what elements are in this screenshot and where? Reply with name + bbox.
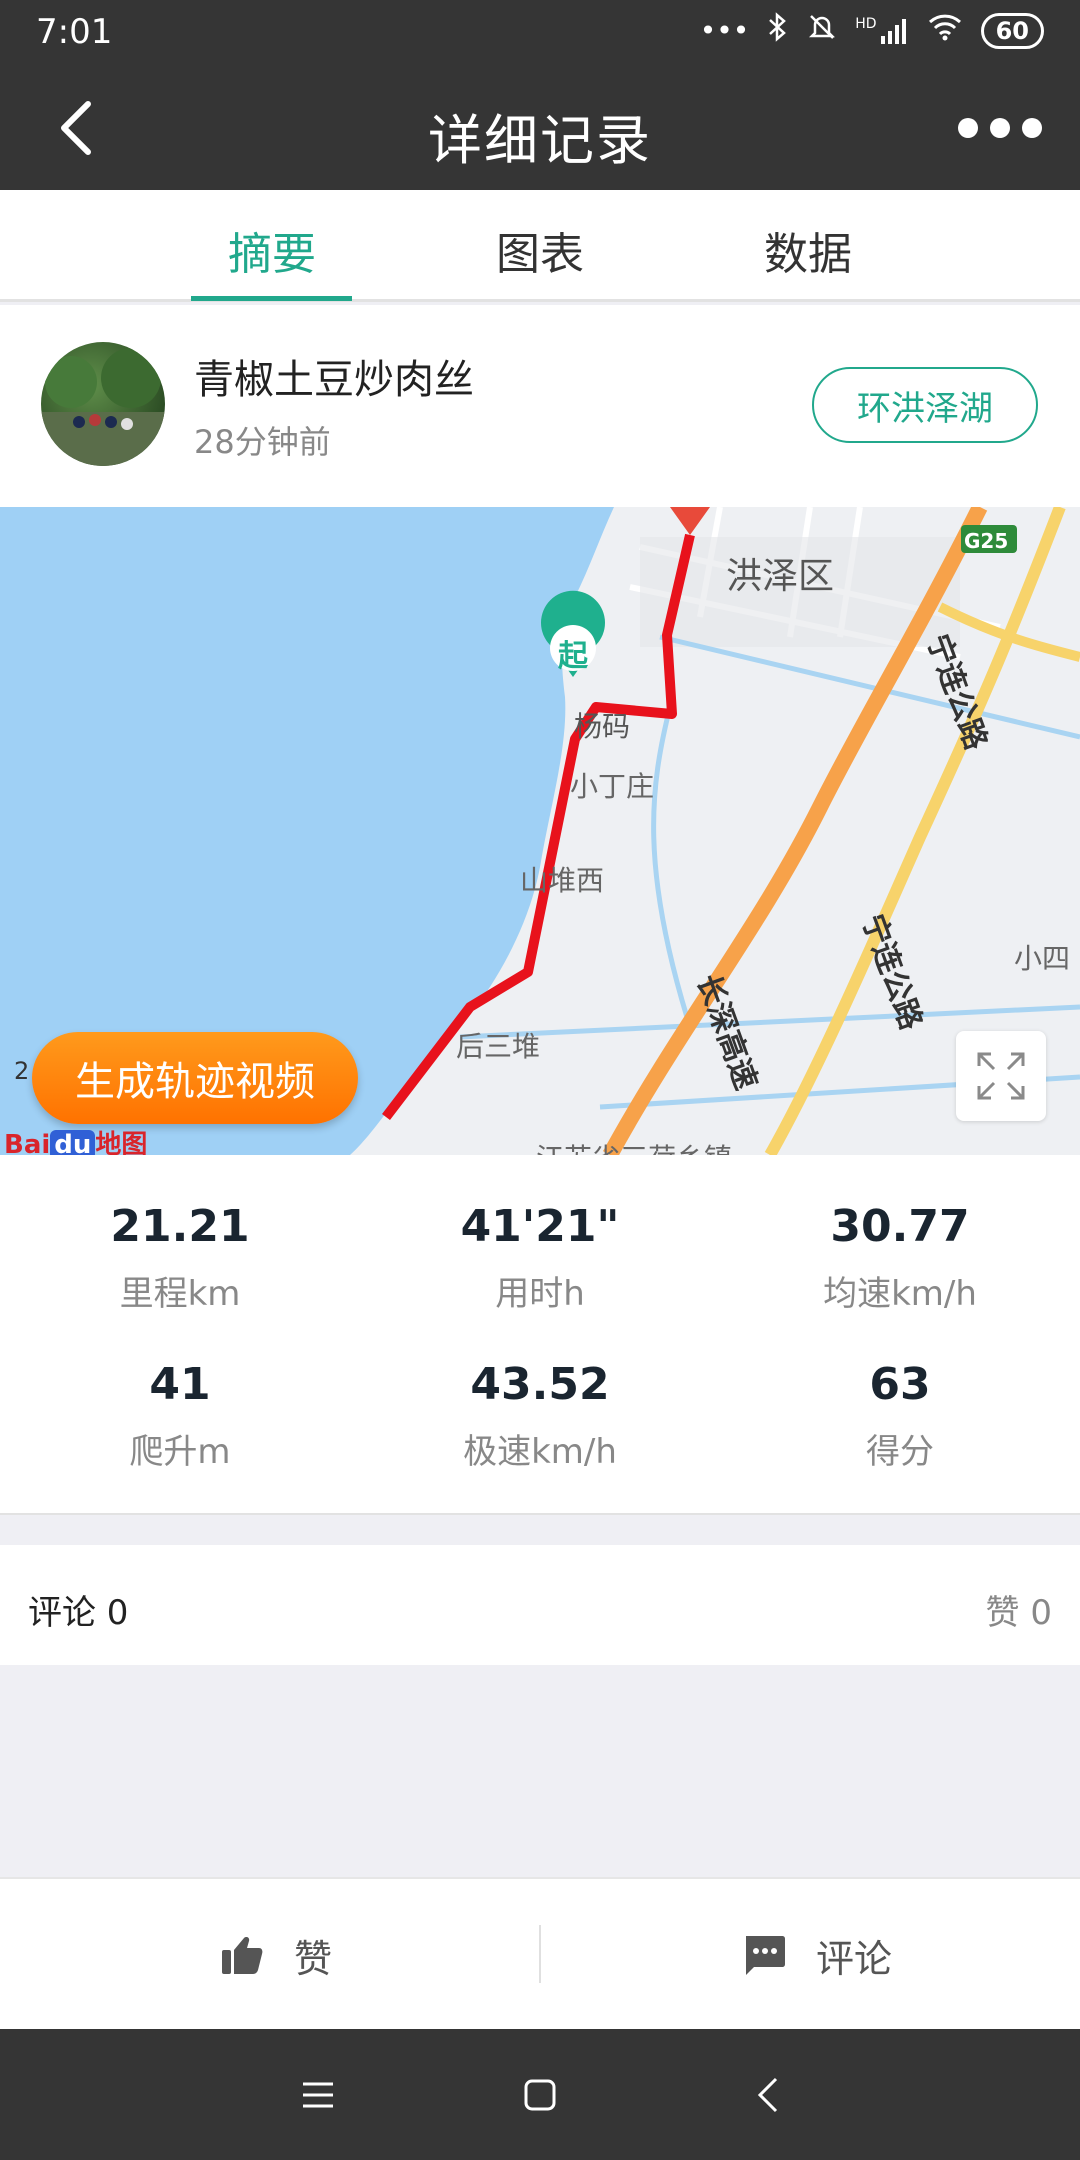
like-count[interactable]: 赞 0 bbox=[986, 1585, 1052, 1634]
back-chevron-icon bbox=[757, 2077, 778, 2113]
stat-distance: 21.21 里程km bbox=[0, 1201, 360, 1315]
stat-value: 30.77 bbox=[830, 1201, 970, 1252]
stat-value: 21.21 bbox=[110, 1201, 250, 1252]
tab-data[interactable]: 数据 bbox=[764, 218, 852, 282]
logo-map: 地图 bbox=[95, 1130, 148, 1155]
home-nav-button[interactable] bbox=[504, 2059, 576, 2131]
stat-label: 极速km/h bbox=[463, 1432, 617, 1472]
map-label-highway-code: G25 bbox=[964, 529, 1009, 553]
stats-panel: 21.21 里程km 41'21" 用时h 30.77 均速km/h 41 爬升… bbox=[0, 1155, 1080, 1515]
more-options-button[interactable] bbox=[922, 106, 1042, 150]
mute-bell-icon bbox=[807, 12, 837, 49]
menu-icon bbox=[303, 2082, 333, 2108]
back-nav-button[interactable] bbox=[732, 2059, 804, 2131]
map-label-village2: 山堆西 bbox=[520, 864, 605, 897]
comment-label: 评论 bbox=[816, 1936, 893, 1981]
action-divider bbox=[539, 1925, 541, 1983]
action-bar: 赞 评论 bbox=[0, 1877, 1080, 2029]
status-icons: ••• HD 60 bbox=[700, 12, 1044, 49]
like-button[interactable]: 赞 bbox=[220, 1879, 332, 2031]
expand-icon bbox=[977, 1052, 1025, 1100]
like-label: 赞 bbox=[294, 1936, 333, 1981]
map-label-bottom-place: 江苏省三荷乡镇 bbox=[536, 1137, 732, 1155]
route-tag-button[interactable]: 环洪泽湖 bbox=[812, 367, 1038, 443]
map-label-village4: 小四 bbox=[1014, 942, 1071, 975]
title-bar: 详细记录 bbox=[0, 66, 1080, 190]
stat-max-speed: 43.52 极速km/h bbox=[360, 1359, 720, 1473]
map-label-village3: 后三堆 bbox=[456, 1030, 541, 1063]
route-map[interactable]: 洪泽区 G25 宁连公路 宁连公路 长深高速 杨码 小丁庄 山堆西 后三堆 小四… bbox=[0, 507, 1080, 1155]
stat-score: 63 得分 bbox=[720, 1359, 1080, 1473]
stat-value: 43.52 bbox=[470, 1359, 610, 1410]
logo-bai: Bai bbox=[4, 1130, 51, 1155]
start-marker-label: 起 bbox=[558, 639, 588, 674]
wifi-icon bbox=[927, 12, 963, 49]
map-scale: 2 bbox=[14, 1057, 30, 1085]
stat-avg-speed: 30.77 均速km/h bbox=[720, 1201, 1080, 1315]
bluetooth-icon bbox=[767, 12, 789, 49]
menu-nav-button[interactable] bbox=[282, 2059, 354, 2131]
stat-duration: 41'21" 用时h bbox=[360, 1201, 720, 1315]
tab-charts[interactable]: 图表 bbox=[496, 218, 584, 282]
comment-button[interactable]: 评论 bbox=[742, 1879, 892, 2031]
stat-label: 均速km/h bbox=[823, 1274, 977, 1314]
comments-summary-row: 评论 0 赞 0 bbox=[0, 1545, 1080, 1665]
stat-label: 里程km bbox=[119, 1274, 241, 1314]
tab-bar: 摘要 图表 数据 bbox=[0, 190, 1080, 302]
more-dot-icon bbox=[990, 118, 1010, 138]
avatar[interactable] bbox=[41, 342, 165, 466]
active-tab-indicator bbox=[191, 296, 352, 301]
more-dot-icon bbox=[1022, 118, 1042, 138]
baidu-map-logo: Bai du 地图 bbox=[4, 1124, 147, 1155]
generate-track-video-button[interactable]: 生成轨迹视频 bbox=[32, 1032, 358, 1124]
map-label-village1: 小丁庄 bbox=[570, 770, 655, 803]
fullscreen-button[interactable] bbox=[956, 1031, 1046, 1121]
system-nav-bar bbox=[0, 2029, 1080, 2160]
stat-label: 爬升m bbox=[129, 1432, 231, 1472]
page-title: 详细记录 bbox=[428, 109, 652, 172]
stat-value: 41 bbox=[149, 1359, 211, 1410]
stat-value: 41'21" bbox=[460, 1201, 620, 1252]
activity-time: 28分钟前 bbox=[194, 423, 331, 461]
map-label-district: 洪泽区 bbox=[726, 556, 835, 597]
activity-header: 青椒土豆炒肉丝 28分钟前 环洪泽湖 bbox=[0, 305, 1080, 507]
home-square-icon bbox=[524, 2079, 556, 2111]
status-time: 7:01 bbox=[36, 12, 113, 52]
stat-label: 用时h bbox=[495, 1274, 585, 1314]
more-notifications-icon: ••• bbox=[699, 14, 750, 47]
status-bar: 7:01 ••• HD 60 bbox=[0, 0, 1080, 66]
comment-count[interactable]: 评论 0 bbox=[28, 1585, 128, 1634]
stat-value: 63 bbox=[869, 1359, 931, 1410]
map-label-partial-place: 杨码 bbox=[574, 710, 631, 743]
signal-hd-label: HD bbox=[855, 15, 877, 32]
comment-icon bbox=[746, 1936, 785, 1975]
stat-climb: 41 爬升m bbox=[0, 1359, 360, 1473]
thumbs-up-icon bbox=[222, 1937, 263, 1974]
battery-indicator: 60 bbox=[980, 12, 1044, 49]
signal-icon: HD bbox=[855, 16, 908, 46]
logo-du: du bbox=[50, 1130, 96, 1155]
stat-label: 得分 bbox=[866, 1432, 934, 1472]
more-dot-icon bbox=[958, 118, 978, 138]
user-name[interactable]: 青椒土豆炒肉丝 bbox=[194, 347, 474, 405]
tab-summary[interactable]: 摘要 bbox=[228, 218, 316, 282]
